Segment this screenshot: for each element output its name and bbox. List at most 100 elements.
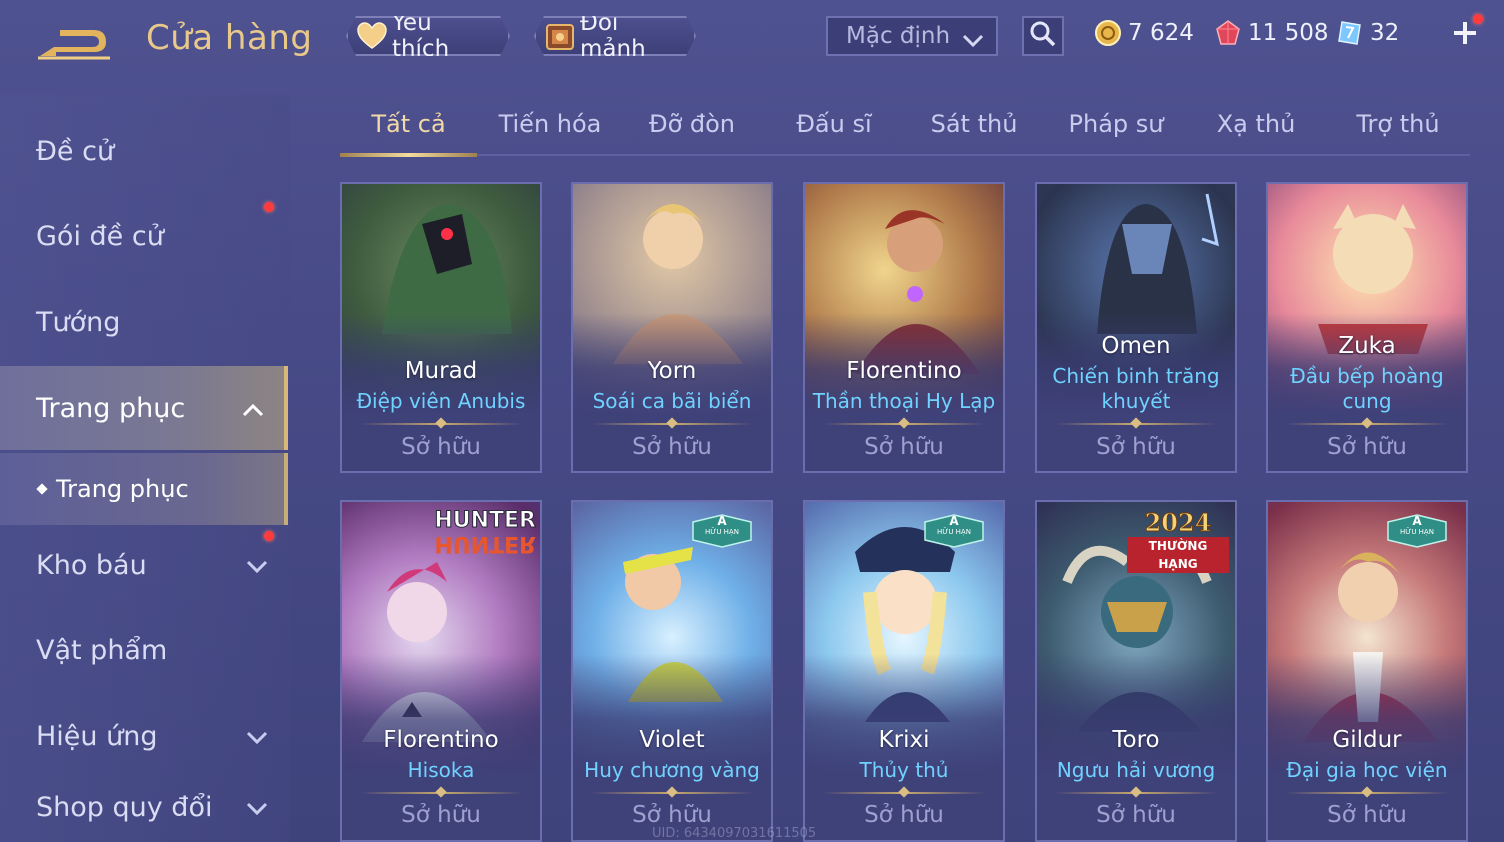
skin-name: Đại gia học viện: [1286, 758, 1448, 782]
skin-name: Soái ca bãi biển: [592, 389, 752, 413]
skin-card[interactable]: Yorn Soái ca bãi biển Sở hữu: [571, 182, 773, 473]
favorite-label: Yêu thích: [391, 10, 450, 62]
card-divider: [823, 792, 985, 794]
tab-label: Đỡ đòn: [648, 110, 736, 138]
coupon-icon: [1336, 19, 1364, 47]
chevron-up-icon: [242, 393, 264, 424]
hero-name: Omen: [1101, 333, 1171, 359]
skin-name: Đầu bếp hoàng cung: [1290, 364, 1444, 413]
tab-evolution[interactable]: Tiến hóa: [486, 110, 614, 150]
tab-label: Tiến hóa: [498, 110, 602, 138]
favorite-button[interactable]: Yêu thích: [346, 16, 510, 56]
ownership-status: Sở hữu: [632, 434, 712, 460]
tab-fighter[interactable]: Đấu sĩ: [770, 110, 898, 150]
skin-name: Ngưu hải vương: [1056, 758, 1216, 782]
sidebar-subitem-skins[interactable]: Trang phục: [0, 453, 288, 525]
sidebar-item-treasure[interactable]: Kho báu: [0, 530, 288, 600]
ruby-icon: [1214, 19, 1242, 47]
top-bar: Cửa hàng Yêu thích Đổi mảnh Mặc định 7 6…: [0, 0, 1504, 80]
gold-currency: 7 624: [1094, 16, 1194, 50]
card-divider: [1286, 423, 1448, 425]
sidebar-item-label: Hiệu ứng: [36, 720, 158, 752]
tab-support[interactable]: Trợ thủ: [1334, 110, 1462, 150]
sort-value: Mặc định: [846, 23, 951, 49]
ownership-status: Sở hữu: [632, 802, 712, 828]
skin-name: Điệp viên Anubis: [356, 389, 526, 413]
exchange-label: Đổi mảnh: [580, 10, 646, 62]
skin-card[interactable]: A HỮU HẠN Gildur Đại gia học viện Sở hữu: [1266, 500, 1468, 842]
skin-name: Chiến binh trăng khuyết: [1052, 364, 1220, 413]
badge-text: HỮU HẠN: [937, 528, 971, 536]
tab-all[interactable]: Tất cả: [340, 110, 477, 150]
search-button[interactable]: [1022, 16, 1064, 56]
limited-badge: A HỮU HẠN: [691, 514, 753, 538]
page-title: Cửa hàng: [146, 18, 313, 58]
sidebar-item-heroes[interactable]: Tướng: [0, 287, 288, 357]
ruby-currency: 11 508: [1214, 16, 1328, 50]
card-divider: [591, 423, 753, 425]
ownership-status: Sở hữu: [1096, 802, 1176, 828]
gold-amount: 7 624: [1128, 20, 1194, 46]
rank-year: 2024: [1144, 508, 1212, 538]
hero-name: Zuka: [1338, 333, 1396, 359]
back-arrow-icon[interactable]: [36, 22, 112, 62]
gold-coin-icon: [1094, 19, 1122, 47]
category-tabs: Tất cả Tiến hóa Đỡ đòn Đấu sĩ Sát thủ Ph…: [340, 100, 1470, 157]
hero-name: Gildur: [1332, 727, 1402, 753]
ownership-status: Sở hữu: [401, 802, 481, 828]
ownership-status: Sở hữu: [1327, 802, 1407, 828]
sort-dropdown[interactable]: Mặc định: [826, 16, 998, 56]
hero-name: Krixi: [878, 727, 930, 753]
skin-card[interactable]: 2024 THƯỜNG HẠNG Toro Ngưu hải vương Sở …: [1035, 500, 1237, 842]
skin-name: Huy chương vàng: [584, 758, 760, 782]
coupon-currency: 32: [1336, 16, 1399, 50]
hero-name: Yorn: [647, 358, 697, 384]
badge-letter: A: [1412, 514, 1422, 528]
skin-card[interactable]: HUNTER HUNTER Florentino Hisoka Sở hữu: [340, 500, 542, 842]
sidebar-item-label: Trang phục: [36, 392, 186, 424]
badge-letter: A: [717, 514, 727, 528]
exchange-shards-button[interactable]: Đổi mảnh: [534, 16, 696, 56]
sidebar-item-effects[interactable]: Hiệu ứng: [0, 701, 288, 771]
skin-card[interactable]: Zuka Đầu bếp hoàng cung Sở hữu: [1266, 182, 1468, 473]
tab-assassin[interactable]: Sát thủ: [910, 110, 1038, 150]
ownership-status: Sở hữu: [1327, 434, 1407, 460]
logo-text-top: HUNTER: [434, 508, 537, 533]
card-divider: [823, 423, 985, 425]
limited-badge: A HỮU HẠN: [923, 514, 985, 538]
card-divider: [1286, 792, 1448, 794]
heart-icon: [356, 20, 388, 52]
sidebar-item-label: Tướng: [36, 306, 121, 338]
badge-text: HỮU HẠN: [1400, 528, 1434, 536]
skin-card[interactable]: Murad Điệp viên Anubis Sở hữu: [340, 182, 542, 473]
chevron-down-icon: [246, 792, 268, 823]
skin-name: Thần thoại Hy Lạp: [812, 389, 996, 413]
limited-badge: A HỮU HẠN: [1386, 514, 1448, 538]
sidebar-item-recommended-packs[interactable]: Gói đề cử: [0, 201, 288, 271]
skin-name: Thủy thủ: [859, 758, 949, 782]
badge-letter: A: [949, 514, 959, 528]
skin-card[interactable]: A HỮU HẠN Violet Huy chương vàng Sở hữu: [571, 500, 773, 842]
skin-card[interactable]: Omen Chiến binh trăng khuyết Sở hữu: [1035, 182, 1237, 473]
sidebar-item-skins[interactable]: Trang phục: [0, 366, 288, 450]
sidebar-item-exchange-shop[interactable]: Shop quy đổi: [0, 772, 288, 842]
active-tab-indicator: [340, 153, 477, 157]
hero-name: Florentino: [383, 727, 499, 753]
skin-card[interactable]: Florentino Thần thoại Hy Lạp Sở hữu: [803, 182, 1005, 473]
badge-text: HỮU HẠN: [705, 528, 739, 536]
hero-name: Murad: [404, 358, 478, 384]
sidebar-item-label: Đề cử: [36, 135, 115, 167]
tab-mage[interactable]: Pháp sư: [1052, 110, 1180, 150]
sidebar-item-label: Shop quy đổi: [36, 791, 213, 823]
sidebar-item-items[interactable]: Vật phẩm: [0, 615, 288, 685]
ownership-status: Sở hữu: [401, 434, 481, 460]
user-id-watermark: UID: 6434097031611505: [652, 826, 817, 841]
tab-marksman[interactable]: Xạ thủ: [1192, 110, 1320, 150]
skin-card[interactable]: A HỮU HẠN Krixi Thủy thủ Sở hữu: [803, 500, 1005, 842]
tab-label: Đấu sĩ: [796, 110, 872, 138]
tab-tank[interactable]: Đỡ đòn: [628, 110, 756, 150]
search-icon: [1029, 20, 1057, 52]
sidebar-item-label: Vật phẩm: [36, 634, 168, 666]
sidebar-item-recommended[interactable]: Đề cử: [0, 116, 288, 186]
sidebar-subitem-label: Trang phục: [56, 475, 189, 503]
